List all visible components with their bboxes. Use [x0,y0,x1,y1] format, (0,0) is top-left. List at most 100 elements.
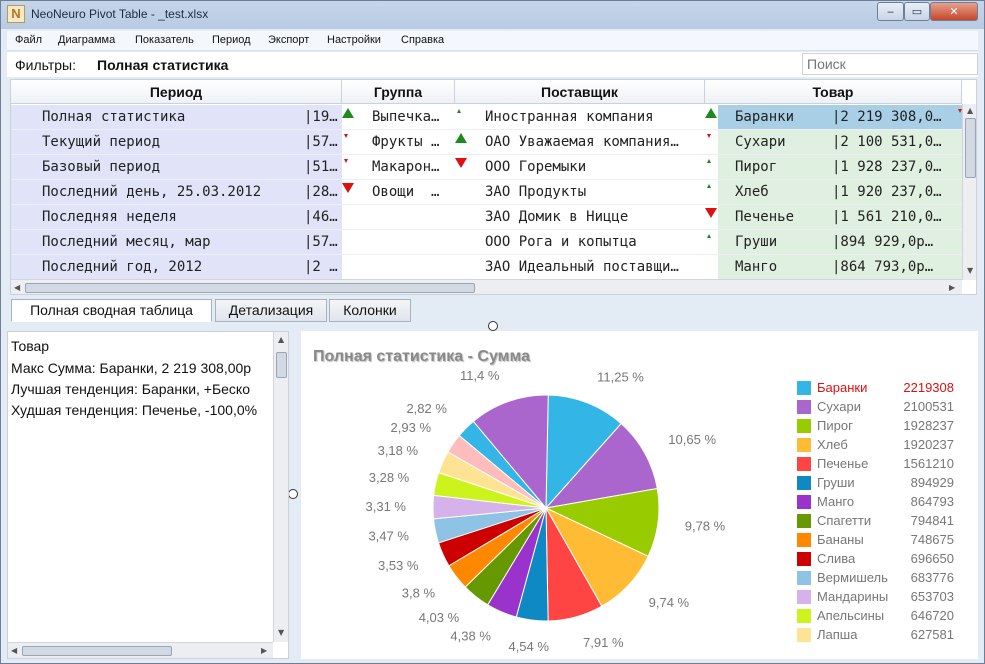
scroll-right-icon[interactable]: ▶ [261,646,267,655]
header-supplier[interactable]: Поставщик [455,80,705,104]
scroll-left-icon[interactable]: ◀ [14,283,20,292]
legend-label[interactable]: Печенье [817,456,868,471]
legend-label[interactable]: Спагетти [817,513,871,528]
legend-value: 627581 [910,627,954,642]
menu-period[interactable]: Период [212,34,251,46]
product-value-cell[interactable]: |1 920 237,0… [832,180,962,205]
menu-file[interactable]: Файл [15,34,42,46]
group-cell[interactable]: Выпечка… [355,105,455,130]
group-cell[interactable]: Овощи … [355,180,455,205]
header-group[interactable]: Группа [342,80,455,104]
product-name-cell[interactable]: Пирог [718,155,832,180]
legend-label[interactable]: Груши [817,475,855,490]
supplier-cell[interactable]: ЗАО Домик в Ницце [468,205,705,230]
scroll-up-icon[interactable]: ▲ [967,106,973,115]
info-horizontal-thumb[interactable] [22,646,172,656]
legend-label[interactable]: Слива [817,551,855,566]
period-name-cell[interactable]: Текущий период [11,130,304,155]
maximize-button[interactable]: ▭ [904,2,930,21]
product-name-cell[interactable]: Сухари [718,130,832,155]
trend-up-icon [342,108,354,118]
product-name-cell[interactable]: Хлеб [718,180,832,205]
header-period[interactable]: Период [11,80,342,104]
group-cell[interactable] [355,205,455,230]
product-name-cell[interactable]: Баранки [718,105,832,130]
product-value-cell[interactable]: |2 219 308,0… [832,105,962,130]
period-name-cell[interactable]: Базовый период [11,155,304,180]
info-vertical-thumb[interactable] [276,352,287,378]
period-name-cell[interactable]: Последний месяц, мар [11,230,304,255]
tab-columns[interactable]: Колонки [329,299,411,322]
legend-label[interactable]: Пирог [817,418,853,433]
supplier-cell[interactable]: ЗАО Продукты [468,180,705,205]
grid-vertical-scrollbar[interactable]: ▲ ▼ [962,104,976,280]
scroll-left-icon[interactable]: ◀ [11,646,17,655]
menu-chart[interactable]: Диаграмма [58,34,115,46]
period-value-cell[interactable]: |19… [304,105,342,130]
horizontal-splitter-handle[interactable] [488,321,498,331]
menu-help[interactable]: Справка [401,34,444,46]
close-button[interactable]: ✕ [930,2,978,21]
group-cell[interactable]: Фрукты … [355,130,455,155]
app-icon: N [7,5,25,23]
product-value-cell[interactable]: |1 928 237,0… [832,155,962,180]
menu-settings[interactable]: Настройки [327,34,381,46]
menu-indicator[interactable]: Показатель [135,34,194,46]
period-value-cell[interactable]: |51… [304,155,342,180]
supplier-cell[interactable]: ОАО Уважаемая компания… [468,130,705,155]
scroll-down-icon[interactable]: ▼ [278,628,284,637]
period-name-cell[interactable]: Последняя неделя [11,205,304,230]
title-bar[interactable]: N NeoNeuro Pivot Table - _test.xlsx ‒ ▭ … [1,1,984,29]
legend-label[interactable]: Лапша [817,627,857,642]
menu-export[interactable]: Экспорт [268,34,309,46]
search-input[interactable] [802,53,978,75]
product-value-cell[interactable]: |2 100 531,0… [832,130,962,155]
period-value-cell[interactable]: |57… [304,130,342,155]
period-value-cell[interactable]: |57… [304,230,342,255]
product-name-cell[interactable]: Груши [718,230,832,255]
info-horizontal-scrollbar[interactable]: ◀ ▶ [8,642,273,658]
tab-details[interactable]: Детализация [215,299,327,322]
product-value-cell[interactable]: |864 793,0р… [832,255,962,280]
group-cell[interactable]: Макарон… [355,155,455,180]
period-value-cell[interactable]: |2 … [304,255,342,280]
period-value-cell[interactable]: |28… [304,180,342,205]
grid-horizontal-scrollbar[interactable]: ◀ ▶ [11,279,962,294]
scroll-down-icon[interactable]: ▼ [967,266,973,275]
supplier-cell[interactable]: ООО Рога и копытца [468,230,705,255]
product-value-cell[interactable]: |1 561 210,0… [832,205,962,230]
supplier-cell[interactable]: ЗАО Идеальный поставщи… [468,255,705,280]
legend-label[interactable]: Мандарины [817,589,888,604]
grid-horizontal-thumb[interactable] [25,283,475,293]
legend-label[interactable]: Сухари [817,399,861,414]
tab-full-pivot[interactable]: Полная сводная таблица [11,299,212,322]
product-name-cell[interactable]: Манго [718,255,832,280]
info-vertical-scrollbar[interactable]: ▲ ▼ [273,332,288,642]
pie-percent-label: 9,78 % [685,519,726,534]
product-name-cell[interactable]: Печенье [718,205,832,230]
scroll-right-icon[interactable]: ▶ [949,283,955,292]
period-value-cell[interactable]: |46… [304,205,342,230]
supplier-cell[interactable]: ООО Горемыки [468,155,705,180]
filter-value[interactable]: Полная статистика [97,57,228,73]
vertical-splitter-handle[interactable] [288,489,298,499]
period-name-cell[interactable]: Последний год, 2012 [11,255,304,280]
group-cell[interactable] [355,230,455,255]
supplier-cell[interactable]: Иностранная компания [468,105,705,130]
product-value-cell[interactable]: |894 929,0р… [832,230,962,255]
legend-label[interactable]: Вермишель [817,570,888,585]
legend-label[interactable]: Манго [817,494,854,509]
pie-percent-label: 11,4 % [460,368,500,383]
group-cell[interactable] [355,255,455,280]
legend-label[interactable]: Баранки [817,380,867,395]
legend-label[interactable]: Хлеб [817,437,848,452]
period-name-cell[interactable]: Полная статистика [11,105,304,130]
minimize-button[interactable]: ‒ [877,2,904,21]
header-product[interactable]: Товар [705,80,962,104]
scroll-up-icon[interactable]: ▲ [278,335,284,344]
legend-label[interactable]: Апельсины [817,608,884,623]
pie-percent-label: 11,25 % [597,370,644,385]
grid-vertical-thumb[interactable] [965,118,976,178]
period-name-cell[interactable]: Последний день, 25.03.2012 [11,180,304,205]
legend-label[interactable]: Бананы [817,532,864,547]
